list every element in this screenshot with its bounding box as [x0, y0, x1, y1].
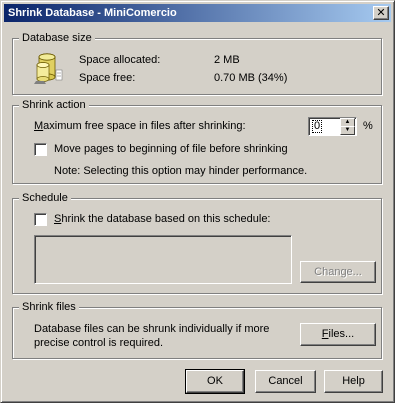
ok-button-label: OK — [207, 375, 223, 387]
window-title: Shrink Database - MiniComercio — [8, 7, 177, 19]
shrink-files-description-line2: precise control is required. — [34, 337, 164, 349]
files-button-key: F — [321, 328, 329, 340]
shrink-files-group: Shrink files Database files can be shrun… — [12, 301, 382, 359]
shrink-schedule-checkbox[interactable] — [34, 213, 47, 226]
close-icon: ✕ — [376, 6, 386, 19]
change-schedule-label: Change... — [314, 266, 362, 278]
cancel-button-label: Cancel — [268, 375, 303, 387]
chevron-up-icon: ▲ — [344, 119, 351, 125]
shrink-action-legend: Shrink action — [19, 99, 89, 112]
shrink-schedule-label-rest: hrink the database based on this schedul… — [61, 213, 271, 225]
schedule-group: Schedule Shrink the database based on th… — [12, 192, 382, 294]
shrink-files-legend: Shrink files — [19, 301, 79, 314]
database-size-group: Database size Space allocated: 2 MB Spac… — [12, 32, 382, 95]
max-free-space-input[interactable]: 0 ▲ ▼ — [308, 117, 357, 136]
cancel-button[interactable]: Cancel — [255, 370, 316, 393]
change-schedule-button[interactable]: Change... — [300, 261, 376, 283]
chevron-down-icon: ▼ — [344, 127, 351, 133]
database-size-legend: Database size — [19, 32, 95, 45]
space-free-label: Space free: — [79, 72, 136, 84]
space-allocated-label: Space allocated: — [79, 54, 161, 66]
space-allocated-value: 2 MB — [214, 54, 240, 66]
shrink-schedule-label[interactable]: Shrink the database based on this schedu… — [54, 213, 271, 225]
move-pages-checkbox[interactable] — [34, 143, 47, 156]
database-icon — [34, 53, 63, 84]
help-button[interactable]: Help — [324, 370, 383, 393]
shrink-files-description-line1: Database files can be shrunk individuall… — [34, 323, 270, 335]
shrink-action-group: Shrink action Maximum free space in file… — [12, 99, 382, 184]
close-button[interactable]: ✕ — [373, 6, 389, 20]
shrink-database-dialog: Shrink Database - MiniComercio ✕ Databas… — [0, 0, 395, 403]
max-free-space-label-key: M — [34, 120, 44, 132]
max-free-space-value: 0 — [312, 120, 323, 133]
max-free-space-label: Maximum free space in files after shrink… — [34, 120, 246, 132]
percent-sign: % — [363, 120, 373, 132]
files-button[interactable]: Files... — [300, 323, 376, 346]
schedule-legend: Schedule — [19, 192, 71, 205]
max-free-space-label-rest: aximum free space in files after shrinki… — [43, 120, 246, 132]
move-pages-label[interactable]: Move pages to beginning of file before s… — [54, 143, 288, 155]
spin-down-button[interactable]: ▼ — [340, 126, 355, 135]
title-bar[interactable]: Shrink Database - MiniComercio ✕ — [4, 4, 391, 22]
space-free-value: 0.70 MB (34%) — [214, 72, 288, 84]
files-button-rest: iles... — [328, 328, 355, 340]
performance-note: Note: Selecting this option may hinder p… — [54, 165, 308, 177]
help-button-label: Help — [342, 375, 365, 387]
ok-button[interactable]: OK — [185, 369, 245, 394]
schedule-description-box — [34, 235, 292, 284]
